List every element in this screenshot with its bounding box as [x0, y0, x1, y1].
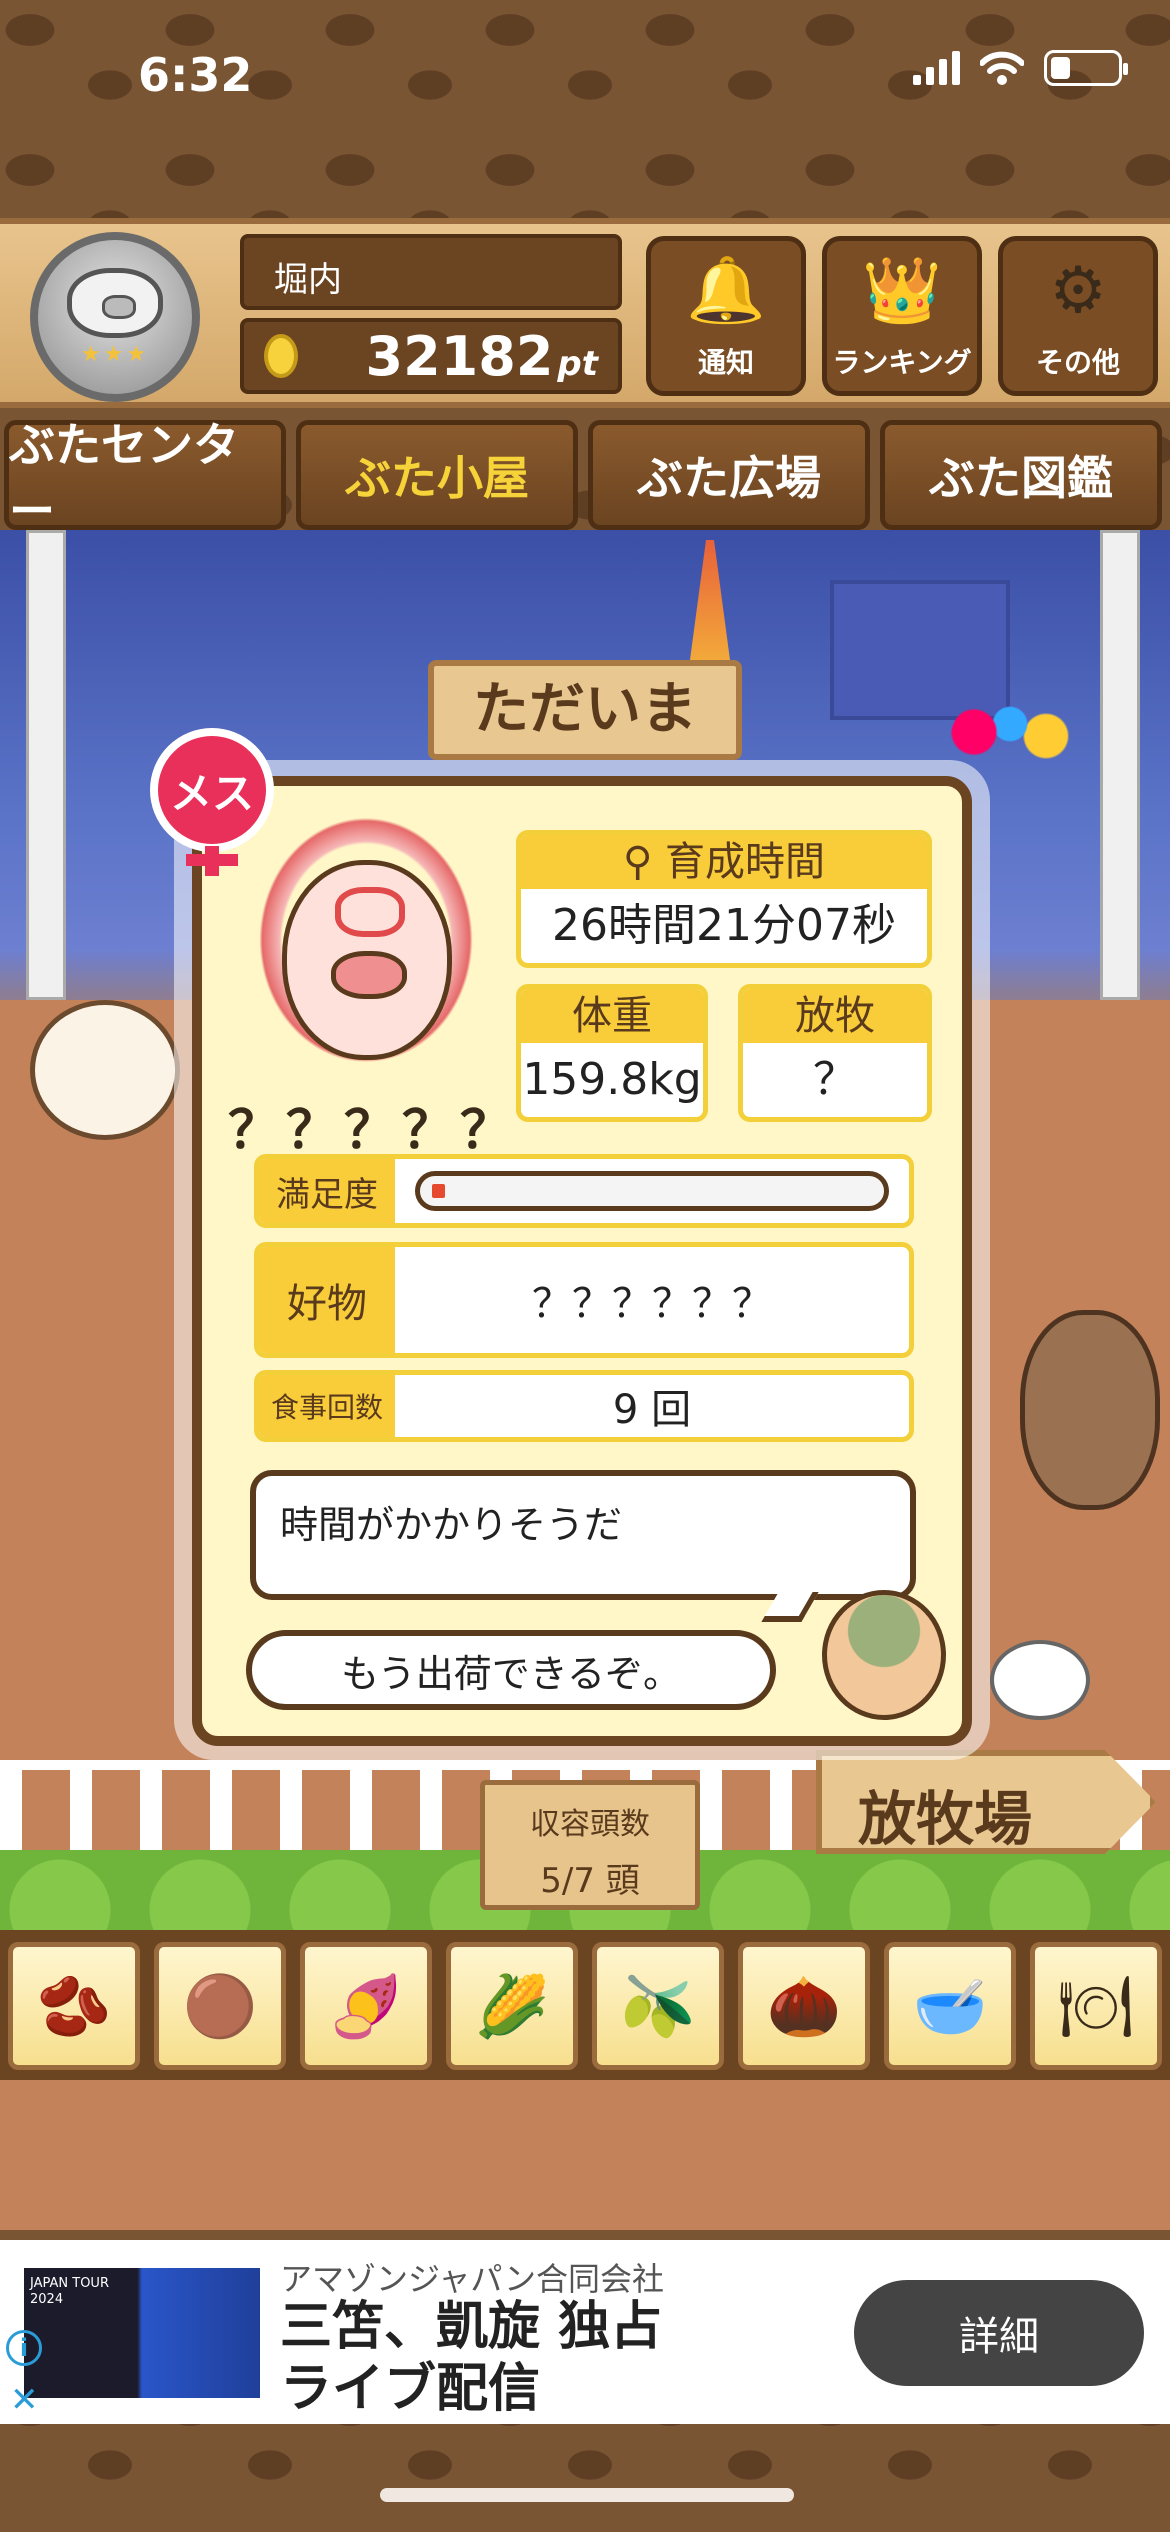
pin-icon: ⚲ [622, 839, 665, 885]
points-value: 32182 pt [365, 324, 598, 388]
ad-detail-button[interactable]: 詳細 [854, 2280, 1144, 2386]
notification-button[interactable]: 🔔 通知 [646, 236, 806, 396]
cat-icon[interactable] [30, 1000, 180, 1140]
growth-time-label: 育成時間 [665, 839, 825, 885]
building-icon [830, 580, 1010, 720]
grazing-value: ？ [813, 1054, 857, 1105]
satisfaction-fill [432, 1184, 446, 1198]
ad-advertiser: アマゾンジャパン合同会社 [280, 2260, 665, 2298]
home-indicator[interactable] [380, 2488, 794, 2502]
growth-time-value: 26時間21分07秒 [552, 900, 896, 951]
grazing-box: 放牧 ？ [738, 984, 932, 1122]
coin-icon [264, 334, 298, 378]
status-time: 6:32 [138, 48, 253, 102]
berries-icon: 🫒 [620, 1971, 696, 2042]
favorite-row: 好物 ？？？？？？ [254, 1242, 914, 1358]
sweet-potato-icon: 🍠 [328, 1971, 404, 2042]
signal-icon [913, 51, 960, 85]
ad-thumbnail-text: JAPAN TOUR 2024 [30, 2276, 109, 2307]
other-button[interactable]: ⚙ その他 [998, 236, 1158, 396]
tab-buta-zukan[interactable]: ぶた図鑑 [880, 420, 1162, 530]
favorite-label: 好物 [259, 1247, 395, 1353]
acorn-icon: 🌰 [766, 1971, 842, 2042]
ranking-button[interactable]: 👑 ランキング [822, 236, 982, 396]
tab-buta-koya[interactable]: ぶた小屋 [296, 420, 578, 530]
points-display: 32182 pt [240, 318, 622, 394]
pig-icon [282, 860, 452, 1060]
capacity-label: 収容頭数 [530, 1807, 650, 1842]
feed-slot-berries[interactable]: 🫒 [592, 1942, 724, 2070]
crown-icon: 👑 [862, 254, 942, 328]
bell-icon: 🔔 [686, 254, 766, 328]
grain-plate-icon: 🥣 [912, 1971, 988, 2042]
pig-comment-bubble: 時間がかかりそうだ [250, 1470, 916, 1600]
pasture-sign[interactable]: 放牧場 [816, 1750, 1156, 1854]
wifi-icon [980, 51, 1024, 85]
ad-info-icon[interactable]: i [6, 2330, 42, 2366]
beans-icon: 🫘 [36, 1971, 112, 2042]
growth-time-box: ⚲ 育成時間 26時間21分07秒 [516, 830, 932, 968]
weight-box: 体重 159.8kg [516, 984, 708, 1122]
meals-row: 食事回数 9 回 [254, 1370, 914, 1442]
capacity-value: 5/7 頭 [540, 1861, 640, 1901]
farmer-icon [822, 1590, 946, 1720]
bird-icon [990, 1640, 1090, 1720]
gear-icon: ⚙ [1049, 254, 1107, 328]
ad-close-icon[interactable]: ✕ [10, 2380, 39, 2420]
welcome-sign: ただいま [428, 660, 742, 760]
feed-slot-acorn[interactable]: 🌰 [738, 1942, 870, 2070]
satisfaction-row: 満足度 [254, 1154, 914, 1228]
farmer-comment-bubble: もう出荷できるぞ。 [246, 1630, 776, 1710]
grazing-label: 放牧 [743, 989, 927, 1043]
weight-value: 159.8kg [522, 1054, 702, 1105]
tab-buta-center[interactable]: ぶたセンター [4, 418, 286, 538]
favorite-value: ？？？？？？ [532, 1281, 772, 1327]
tab-buta-hiroba[interactable]: ぶた広場 [588, 420, 870, 530]
feed-slot-mixed-beans[interactable]: 🟤 [154, 1942, 286, 2070]
capacity-sign: 収容頭数 5/7 頭 [480, 1780, 700, 1910]
corn-icon: 🌽 [474, 1971, 550, 2042]
battery-icon [1044, 50, 1128, 86]
pig-portrait [222, 790, 510, 1090]
feed-slot-beans[interactable]: 🫘 [8, 1942, 140, 2070]
rank-stars-icon: ★★★ [80, 341, 150, 367]
pig-name: ？？？？？ [228, 1101, 519, 1161]
feed-slot-corn[interactable]: 🌽 [446, 1942, 578, 2070]
feed-slot-truffle-plate[interactable]: 🍽 [1030, 1942, 1162, 2070]
pillar-right [1100, 530, 1140, 1000]
feed-slot-grain-plate[interactable]: 🥣 [884, 1942, 1016, 2070]
weight-label: 体重 [521, 989, 703, 1043]
player-avatar[interactable]: ★★★ [30, 232, 200, 402]
satisfaction-bar [415, 1171, 889, 1211]
feed-slot-sweet-potato[interactable]: 🍠 [300, 1942, 432, 2070]
mixed-beans-icon: 🟤 [182, 1971, 258, 2042]
meals-value: 9 回 [612, 1387, 692, 1433]
pillar-left [26, 530, 66, 1000]
boar-icon[interactable] [1020, 1310, 1160, 1510]
ad-title[interactable]: 三笘、凱旋 独占ライブ配信 [280, 2296, 700, 2420]
user-name: 堀内 [240, 234, 622, 310]
satisfaction-label: 満足度 [259, 1159, 395, 1223]
status-icons [913, 50, 1128, 86]
truffle-plate-icon: 🍽 [1057, 1971, 1135, 2042]
pig-face-icon [67, 267, 163, 338]
meals-label: 食事回数 [259, 1375, 395, 1437]
